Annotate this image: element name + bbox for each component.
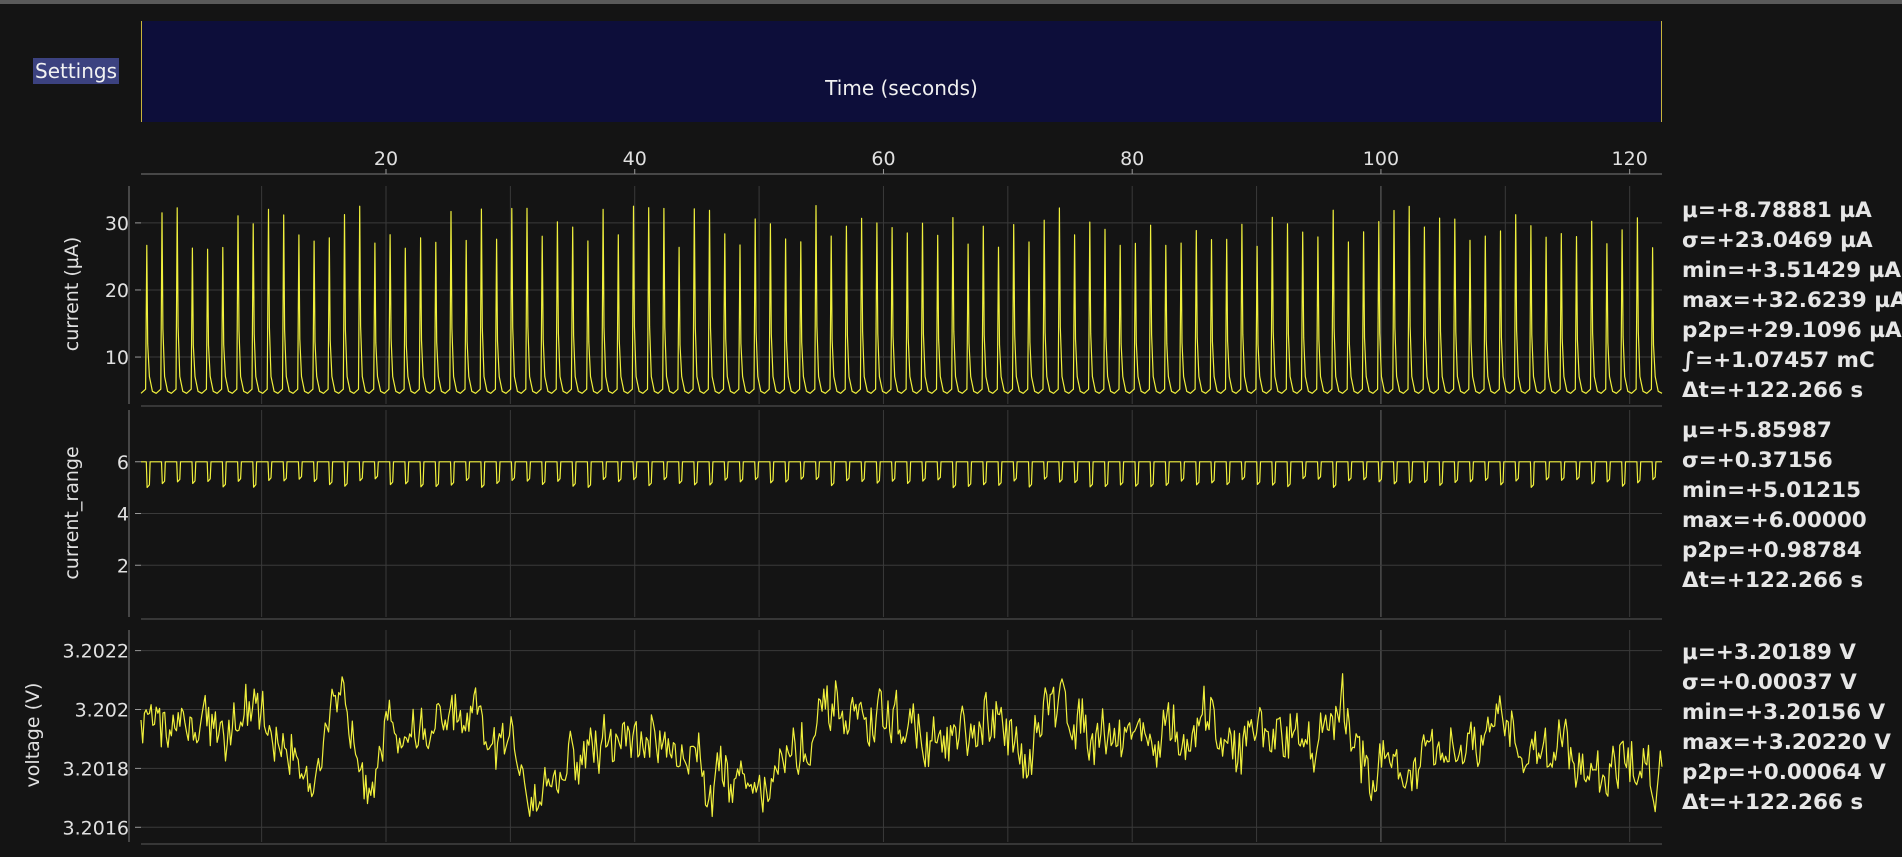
series-line (140, 205, 1663, 394)
y-tick-label: 3.202 (75, 700, 129, 722)
y-tick-label: 2 (117, 555, 129, 577)
x-tick-label: 20 (374, 148, 398, 170)
stat-integral: ∫=+1.07457 mC (1682, 348, 1875, 373)
voltage-axis-title: voltage (V) (22, 682, 44, 788)
y-tick-label: 4 (117, 504, 129, 526)
stat-p2p: p2p=+29.1096 µA (1682, 318, 1902, 343)
x-tick-label: 60 (871, 148, 895, 170)
multi-plot-chart[interactable]: 20 40 60 80 100 120 10 20 30 2 4 6 3.2016 3.2018 3.202… (0, 0, 1902, 857)
series-line (141, 461, 1662, 489)
stat-max: max=+3.20220 V (1682, 730, 1891, 755)
y-tick-label: 3.2022 (63, 641, 129, 663)
x-tick-label: 40 (623, 148, 647, 170)
x-tick-label: 120 (1612, 148, 1648, 170)
y-tick-label: 10 (105, 347, 129, 369)
stat-max: max=+32.6239 µA (1682, 288, 1902, 313)
stat-min: min=+5.01215 (1682, 478, 1862, 503)
stat-duration: Δt=+122.266 s (1682, 378, 1864, 403)
current-stats: μ=+8.78881 µA σ=+23.0469 µA min=+3.51429… (1682, 196, 1902, 406)
stat-stdev: σ=+0.00037 V (1682, 670, 1857, 695)
series-line (140, 673, 1663, 818)
stat-max: max=+6.00000 (1682, 508, 1867, 533)
stat-mean: μ=+5.85987 (1682, 418, 1832, 443)
voltage-stats: μ=+3.20189 V σ=+0.00037 V min=+3.20156 V… (1682, 638, 1891, 818)
y-tick-label: 20 (105, 280, 129, 302)
stat-mean: μ=+3.20189 V (1682, 640, 1856, 665)
stat-p2p: p2p=+0.98784 (1682, 538, 1862, 563)
y-tick-label: 3.2018 (63, 758, 129, 780)
stat-p2p: p2p=+0.00064 V (1682, 760, 1886, 785)
current-range-stats: μ=+5.85987 σ=+0.37156 min=+5.01215 max=+… (1682, 416, 1867, 596)
y-tick-label: 3.2016 (63, 817, 129, 839)
x-tick-label: 80 (1120, 148, 1144, 170)
stat-mean: μ=+8.78881 µA (1682, 198, 1872, 223)
current-range-axis-title: current_range (61, 445, 83, 580)
stat-min: min=+3.20156 V (1682, 700, 1886, 725)
current-axis-title: current (µA) (61, 236, 83, 352)
y-tick-label: 6 (117, 452, 129, 474)
y-tick-label: 30 (105, 213, 129, 235)
stat-duration: Δt=+122.266 s (1682, 790, 1864, 815)
stat-min: min=+3.51429 µA (1682, 258, 1901, 283)
stat-stdev: σ=+0.37156 (1682, 448, 1833, 473)
stat-stdev: σ=+23.0469 µA (1682, 228, 1873, 253)
stat-duration: Δt=+122.266 s (1682, 568, 1864, 593)
x-tick-label: 100 (1363, 148, 1399, 170)
